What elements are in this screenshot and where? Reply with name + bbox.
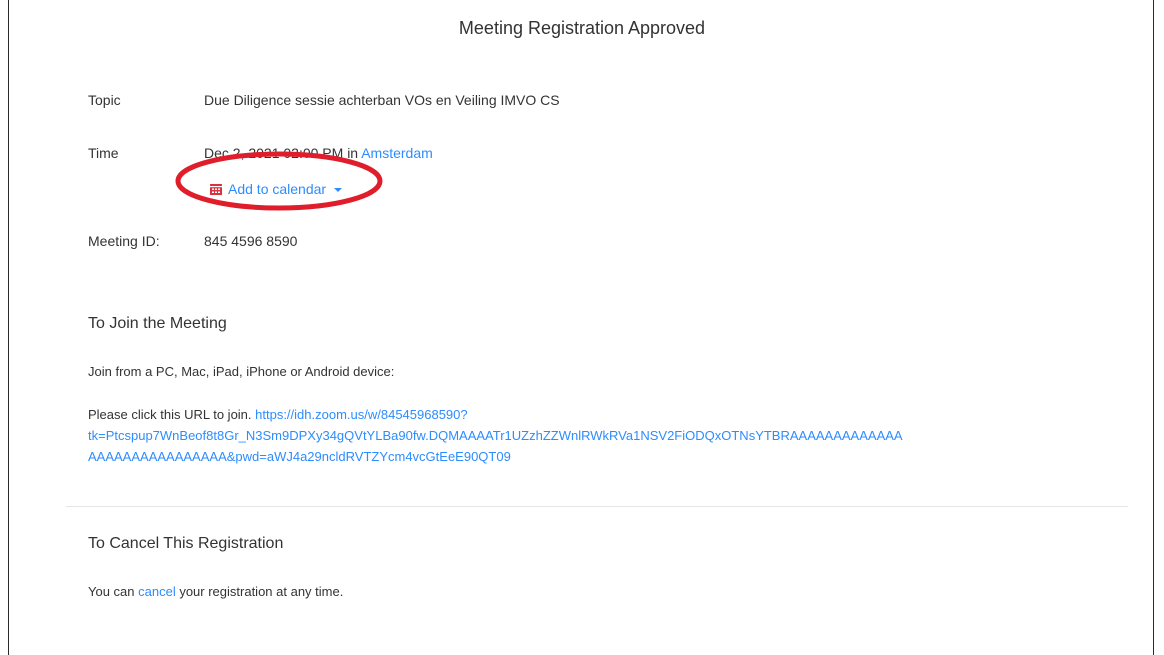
cancel-text: You can cancel your registration at any …	[88, 584, 343, 599]
join-url-link-part1[interactable]: https://idh.zoom.us/w/84545968590?	[255, 407, 467, 422]
meeting-id-value: 845 4596 8590	[204, 233, 298, 249]
cancel-link[interactable]: cancel	[138, 584, 176, 599]
time-value: Dec 2, 2021 02:00 PM in Amsterdam	[204, 145, 433, 161]
timezone-link[interactable]: Amsterdam	[361, 145, 433, 161]
chevron-down-icon	[334, 188, 343, 192]
cancel-text-prefix: You can	[88, 584, 139, 599]
add-to-calendar-dropdown[interactable]: Add to calendar	[210, 180, 343, 198]
cancel-section-title: To Cancel This Registration	[88, 535, 284, 552]
join-url-prefix: Please click this URL to join.	[88, 407, 256, 422]
join-url-block: Please click this URL to join. https://i…	[88, 404, 1138, 467]
time-text: Dec 2, 2021 02:00 PM in	[204, 145, 362, 161]
join-section-title: To Join the Meeting	[88, 315, 227, 332]
add-to-calendar-label[interactable]: Add to calendar	[228, 181, 326, 197]
join-devices-text: Join from a PC, Mac, iPad, iPhone or And…	[88, 364, 395, 379]
topic-label: Topic	[88, 92, 121, 108]
join-url-link-part3[interactable]: AAAAAAAAAAAAAAAA&pwd=aWJ4a29ncldRVTZYcm4…	[88, 449, 511, 464]
page-title: Meeting Registration Approved	[458, 18, 706, 38]
cancel-text-suffix: your registration at any time.	[175, 584, 344, 599]
meeting-id-label: Meeting ID:	[88, 233, 160, 249]
time-label: Time	[88, 145, 119, 161]
calendar-icon	[210, 183, 222, 195]
topic-value: Due Diligence sessie achterban VOs en Ve…	[204, 92, 560, 108]
join-url-link-part2[interactable]: tk=Ptcspup7WnBeof8t8Gr_N3Sm9DPXy34gQVtYL…	[88, 428, 903, 443]
section-divider	[66, 506, 1128, 507]
